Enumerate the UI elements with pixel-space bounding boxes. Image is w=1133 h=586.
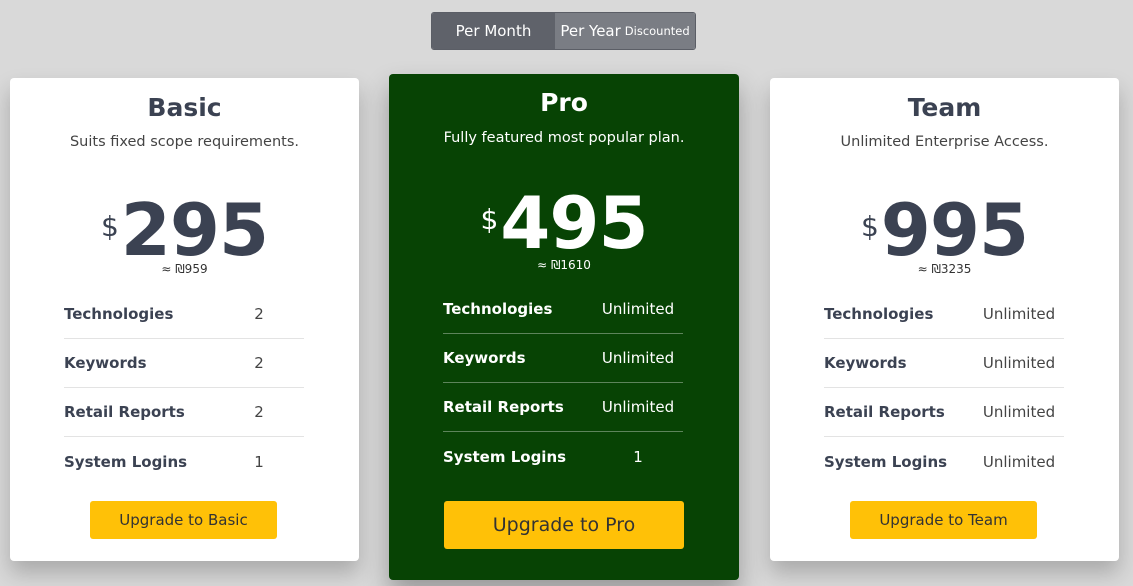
feature-value: 2 [254,305,264,323]
price-approx-ils: ≈ ₪1610 [537,258,591,272]
upgrade-basic-button[interactable]: Upgrade to Basic [90,501,277,539]
feature-value: 1 [633,447,643,466]
feature-name: Technologies [64,305,174,323]
feature-value: Unlimited [601,300,675,318]
feature-row: System Logins 1 [64,437,304,486]
feature-value: Unlimited [601,398,675,416]
feature-value: Unlimited [982,403,1056,421]
feature-value: 2 [254,354,264,372]
plan-price: $ 995 [770,188,1119,272]
feature-row: Retail Reports Unlimited [824,388,1064,437]
feature-name: Keywords [64,354,147,372]
billing-toggle: Per Month Per Year Discounted [431,12,696,50]
currency-symbol: $ [100,210,119,243]
feature-row: Keywords Unlimited [824,339,1064,388]
per-year-option[interactable]: Per Year Discounted [555,13,695,49]
feature-list: Technologies 2 Keywords 2 Retail Reports… [64,290,304,486]
feature-list: Technologies Unlimited Keywords Unlimite… [443,285,683,481]
plan-card-pro: Pro Fully featured most popular plan. $ … [389,74,739,580]
feature-row: System Logins 1 [443,432,683,481]
price-amount: 295 [120,188,269,272]
per-year-label: Per Year [560,22,621,40]
per-month-label: Per Month [455,22,532,40]
feature-value: Unlimited [982,354,1056,372]
plan-title: Pro [540,88,588,117]
plan-tagline: Fully featured most popular plan. [443,130,685,146]
feature-row: System Logins Unlimited [824,437,1064,486]
feature-name: Retail Reports [824,403,945,421]
feature-name: Technologies [443,300,553,318]
feature-row: Keywords 2 [64,339,304,388]
feature-name: Technologies [824,305,934,323]
feature-name: System Logins [64,452,188,471]
feature-row: Technologies Unlimited [824,290,1064,339]
currency-symbol: $ [480,203,499,236]
discounted-badge: Discounted [624,24,690,38]
feature-value: 2 [254,403,264,421]
feature-name: System Logins [824,452,948,471]
plan-card-team: Team Unlimited Enterprise Access. $ 995 … [770,78,1119,561]
plan-title: Team [907,93,982,122]
per-month-option[interactable]: Per Month [432,13,555,49]
price-approx-ils: ≈ ₪959 [161,262,208,276]
plan-tagline: Unlimited Enterprise Access. [840,134,1049,150]
upgrade-pro-button[interactable]: Upgrade to Pro [444,501,684,549]
feature-value: Unlimited [982,452,1056,471]
plan-tagline: Suits fixed scope requirements. [69,134,300,150]
feature-value: Unlimited [982,305,1056,323]
feature-row: Technologies 2 [64,290,304,339]
feature-name: Retail Reports [443,398,564,416]
feature-value: Unlimited [601,349,675,367]
feature-row: Retail Reports Unlimited [443,383,683,432]
feature-value: 1 [254,452,264,471]
plan-title: Basic [147,93,222,122]
feature-name: Retail Reports [64,403,185,421]
price-amount: 495 [500,181,648,265]
price-approx-ils: ≈ ₪3235 [917,262,972,276]
plan-price: $ 295 [10,188,359,272]
feature-row: Technologies Unlimited [443,285,683,334]
feature-row: Retail Reports 2 [64,388,304,437]
feature-name: Keywords [824,354,907,372]
feature-name: System Logins [443,447,567,466]
currency-symbol: $ [860,210,879,243]
feature-list: Technologies Unlimited Keywords Unlimite… [824,290,1064,486]
plan-price: $ 495 [389,181,739,265]
plan-card-basic: Basic Suits fixed scope requirements. $ … [10,78,359,561]
feature-row: Keywords Unlimited [443,334,683,383]
feature-name: Keywords [443,349,526,367]
upgrade-team-button[interactable]: Upgrade to Team [850,501,1037,539]
price-amount: 995 [880,188,1029,272]
